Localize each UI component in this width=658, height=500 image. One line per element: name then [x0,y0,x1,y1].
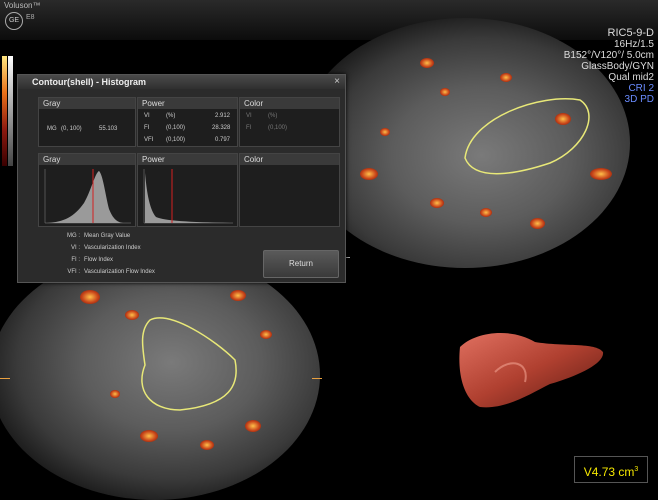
fi-range: (0,100) [166,125,186,131]
legend-vi: VI : Vascularization Index [58,245,141,251]
doppler-spot [555,113,571,125]
scan-info: RIC5-9-D 16Hz/1.5 B152°/V120°/ 5.0cm Gla… [563,27,654,106]
doppler-spot [245,420,261,432]
doppler-spot [590,168,612,180]
doppler-spot [380,128,390,136]
model-name: E8 [26,14,35,21]
doppler-spot [140,430,158,442]
return-button[interactable]: Return [263,250,339,278]
volume-readout: V4.73 cm3 [574,456,648,483]
doppler-spot [480,208,492,217]
color-vi-range: (%) [268,113,278,119]
vi-value: 2.912 [215,113,231,119]
doppler-spot [420,58,434,68]
mg-range: (0, 100) [61,126,82,132]
quality: Qual mid2 [608,72,654,83]
doppler-spot [430,198,444,208]
tick-mark [0,378,10,379]
vfi-label: VFI [144,137,154,143]
doppler-spot [500,73,512,82]
mg-value: 55.103 [99,126,118,132]
doppler-spot [530,218,545,229]
color-fi-range: (0,100) [268,125,288,131]
doppler-spot [200,440,214,450]
gray-stats-box: Gray MG (0, 100) 55.103 [38,97,136,147]
contour-outline [141,317,237,411]
volume-value: V4.73 cm [583,465,635,479]
vfi-value: 0.797 [215,137,231,143]
close-icon[interactable]: × [334,76,340,87]
gray-scale-bar [8,56,13,166]
color-stats-box: Color VI (%) FI (0,100) [239,97,340,147]
mg-label: MG [47,126,57,132]
ge-logo: GE [5,12,23,30]
contour-outline [464,98,590,175]
probe-name: RIC5-9-D [607,27,654,39]
legend-key: MG : [67,233,80,239]
doppler-spot [360,168,378,180]
cri-value: CRI 2 [628,83,654,94]
doppler-spot [80,290,100,304]
ultrasound-view-bottom[interactable] [0,250,320,500]
power-stats-header: Power [138,98,237,109]
gray-histogram-box: Gray [38,153,136,227]
legend-key: VFI : [67,269,80,275]
legend-key: FI : [71,257,80,263]
color-scale-bar [2,56,7,166]
preset: GlassBody/GYN [581,61,654,72]
color-vi-label: VI [246,113,252,119]
fi-value: 28.328 [212,125,231,131]
mode-value: 3D PD [624,94,654,105]
color-stats-header: Color [240,98,339,109]
power-histogram [143,169,233,224]
color-histogram-header: Color [240,154,339,165]
gray-stats-header: Gray [39,98,135,109]
dialog-title: Contour(shell) - Histogram [32,77,146,87]
power-stats-box: Power VI (%) 2.912 FI (0,100) 28.328 VFI… [137,97,238,147]
fi-label: FI [144,125,150,131]
gray-histogram-header: Gray [39,154,135,165]
power-histogram-header: Power [138,154,237,165]
color-histogram-box: Color [239,153,340,227]
angle-depth: B152°/V120°/ 5.0cm [563,50,654,61]
legend-text: Flow Index [84,257,114,263]
legend-text: Vascularization Flow Index [84,269,155,275]
doppler-spot [125,310,139,320]
legend-key: VI : [70,245,80,251]
legend-text: Mean Gray Value [84,233,131,239]
vi-label: VI [144,113,150,119]
gray-histogram [44,169,131,224]
legend-fi: FI : Flow Index [58,257,113,263]
power-histogram-box: Power [137,153,238,227]
3d-volume-render[interactable] [455,322,615,412]
frame-rate: 16Hz/1.5 [613,39,654,50]
dialog-title-bar[interactable]: Contour(shell) - Histogram × [18,75,345,89]
legend-vfi: VFI : Vascularization Flow Index [58,269,155,275]
color-fi-label: FI [246,125,252,131]
legend-text: Vascularization Index [84,245,141,251]
doppler-spot [260,330,272,339]
legend-mg: MG : Mean Gray Value [58,233,130,239]
doppler-spot [440,88,450,96]
doppler-spot [230,290,246,301]
doppler-spot [110,390,120,398]
volume-unit-exponent: 3 [634,466,639,473]
tick-mark [312,378,322,379]
histogram-dialog[interactable]: Contour(shell) - Histogram × Gray MG (0,… [17,74,346,283]
brand-name: Voluson™ [4,1,41,10]
vi-range: (%) [166,113,176,119]
vfi-range: (0,100) [166,137,186,143]
